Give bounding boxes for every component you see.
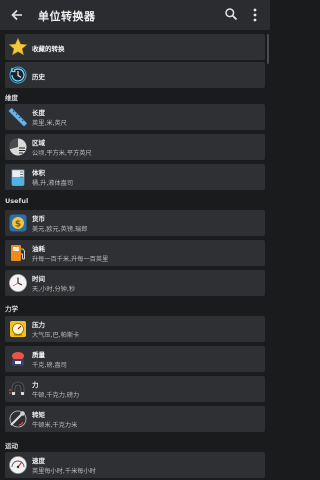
item-units: 千克,磅,盎司 — [32, 362, 67, 369]
item-units: 桶,升,液体盎司 — [32, 180, 74, 187]
area-icon — [9, 138, 27, 156]
speedometer-icon — [9, 456, 27, 474]
back-arrow-icon[interactable] — [9, 7, 25, 23]
category-time[interactable]: 时间 天,小时,分钟,秒 — [5, 270, 265, 296]
item-units: 大气压,巴,帕斯卡 — [32, 332, 80, 339]
section-header-mechanics: 力学 — [5, 305, 18, 313]
item-name: 速度 — [32, 457, 45, 465]
item-name: 质量 — [32, 351, 45, 359]
category-volume[interactable]: 体积 桶,升,液体盎司 — [5, 164, 265, 190]
category-speed[interactable]: 速度 英里每小时,千米每小时 — [5, 452, 265, 478]
currency-icon: $ — [9, 214, 27, 232]
star-icon — [8, 37, 28, 56]
item-name: 区域 — [32, 139, 45, 147]
ruler-icon — [8, 107, 28, 127]
item-units: 升每一百千米,升每一百英里 — [32, 256, 109, 263]
item-name: 长度 — [32, 109, 45, 117]
torque-icon — [9, 410, 27, 428]
clock-icon — [9, 274, 27, 292]
category-fuel-consumption[interactable]: 油耗 升每一百千米,升每一百英里 — [5, 240, 265, 266]
item-units: 英里每小时,千米每小时 — [32, 468, 96, 475]
item-units: 英里,米,英尺 — [32, 120, 67, 127]
pressure-gauge-icon — [10, 321, 26, 337]
category-force[interactable]: 力 牛顿,千克力,磅力 — [5, 376, 265, 402]
section-header-motion: 运动 — [5, 442, 18, 450]
item-name: 体积 — [32, 169, 45, 177]
category-currency[interactable]: $ 货币 美元,欧元,英镑,瑞郎 — [5, 210, 265, 236]
item-units: 牛顿米,千克力米 — [32, 422, 78, 429]
history-icon — [9, 66, 27, 84]
category-length[interactable]: 长度 英里,米,英尺 — [5, 104, 265, 130]
section-header-dimension: 维度 — [5, 94, 18, 102]
svg-text:$: $ — [15, 219, 21, 229]
page-title: 单位转换器 — [38, 10, 96, 23]
beaker-icon — [11, 169, 25, 186]
item-name: 油耗 — [32, 245, 45, 253]
item-name: 力 — [32, 381, 39, 389]
more-vert-icon[interactable] — [252, 7, 258, 23]
section-header-useful: Useful — [5, 197, 29, 205]
item-name: 转矩 — [32, 411, 45, 419]
fuel-pump-icon — [11, 245, 25, 261]
item-name: 收藏的转换 — [32, 45, 65, 53]
item-units: 牛顿,千克力,磅力 — [32, 392, 80, 399]
favorites-item[interactable]: 收藏的转换 — [5, 34, 265, 60]
magnet-icon — [9, 381, 25, 395]
weight-icon — [12, 352, 24, 366]
item-name: 时间 — [32, 275, 45, 283]
item-name: 货币 — [32, 215, 45, 223]
item-name: 历史 — [32, 73, 45, 81]
category-pressure[interactable]: 压力 大气压,巴,帕斯卡 — [5, 316, 265, 342]
app-bar: 单位转换器 — [0, 0, 270, 30]
scrollbar[interactable] — [267, 34, 269, 64]
item-name: 压力 — [32, 321, 45, 329]
search-icon[interactable] — [224, 7, 238, 21]
item-units: 美元,欧元,英镑,瑞郎 — [32, 226, 88, 233]
category-area[interactable]: 区域 公顷,平方米,平方英尺 — [5, 134, 265, 160]
category-torque[interactable]: 转矩 牛顿米,千克力米 — [5, 406, 265, 432]
item-units: 公顷,平方米,平方英尺 — [32, 150, 92, 157]
category-mass[interactable]: 质量 千克,磅,盎司 — [5, 346, 265, 372]
item-units: 天,小时,分钟,秒 — [32, 286, 76, 293]
history-item[interactable]: 历史 — [5, 62, 265, 88]
